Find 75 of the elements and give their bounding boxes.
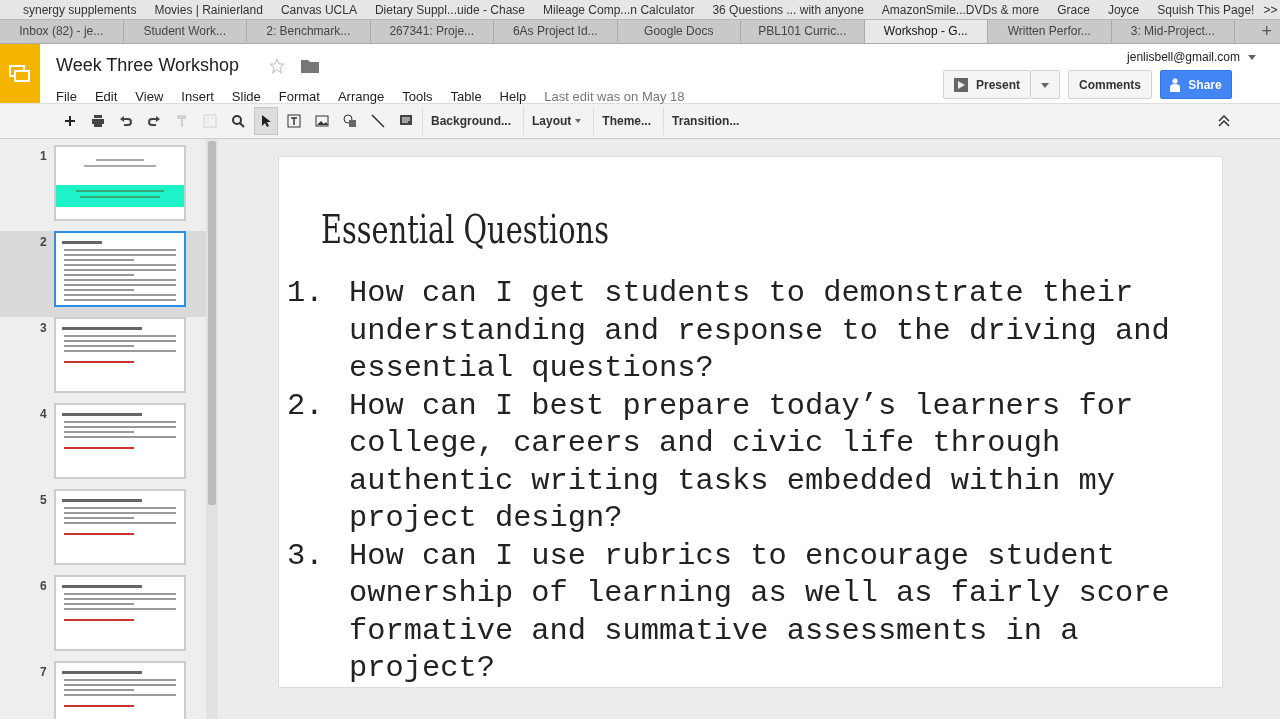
slide-title: Essential Questions [321,205,609,254]
person-icon [1170,77,1181,92]
menu-item[interactable]: File [56,87,77,107]
browser-tab[interactable]: 6As Project Id... [494,20,618,43]
new-tab-button[interactable]: + [1253,20,1280,43]
list-number: 3. [287,537,325,575]
select-cursor-icon[interactable] [254,107,278,135]
browser-tab[interactable]: Google Docs [617,20,741,43]
menu-item[interactable]: Arrange [337,87,385,107]
question-text: How can I use rubrics to encourage student ownership of learning as well as fairly score formative and summative assessments in a project? [349,537,1171,687]
account-email[interactable]: jenlisbell@gmail.com [1127,48,1240,66]
scrollbar-thumb[interactable] [208,141,216,505]
browser-tab[interactable]: Written Perfor... [988,20,1112,43]
slide-thumbnail[interactable] [54,403,186,479]
caret-icon [1041,82,1049,88]
toolbar-button[interactable]: Background... [422,107,519,135]
list-number: 2. [287,387,325,425]
slide-number: 3 [40,320,47,337]
slide-thumbnail[interactable] [54,317,186,393]
bookmarks-overflow[interactable]: >> [1263,0,1278,19]
browser-tab[interactable]: Inbox (82) - je... [0,20,124,43]
bookmark[interactable]: AmazonSmile...DVDs & more [872,0,1049,19]
browser-tab[interactable]: Workshop - G... [864,20,988,43]
toolbar-button[interactable]: Transition... [663,107,748,135]
bookmark[interactable]: Squish This Page! [1148,0,1264,19]
caret-icon[interactable] [1248,54,1256,60]
browser-tab[interactable]: PBL101 Curric... [741,20,865,43]
bookmark[interactable]: Canvas UCLA [271,0,366,19]
menu-item[interactable]: Edit [94,87,118,107]
bookmark[interactable]: 36 Questions ... with anyone [703,0,873,19]
slide-thumbnail[interactable] [54,231,186,307]
menu-item[interactable]: Help [499,87,527,107]
bookmark[interactable]: Grace [1048,0,1099,19]
present-dropdown-button[interactable] [1031,70,1060,99]
present-button[interactable]: Present [942,70,1031,99]
slide-number: 5 [40,492,47,509]
caret-icon [575,119,582,123]
document-title[interactable]: Week Three Workshop [56,52,240,79]
slide-number: 7 [40,664,47,681]
bookmark[interactable]: Movies | Rainierland [145,0,272,19]
browser-tab[interactable]: 3: Mid-Project... [1111,20,1235,43]
star-icon[interactable] [269,57,286,74]
last-edit-link[interactable]: Last edit was on May 18 [544,87,685,107]
slide-canvas[interactable] [278,156,1223,688]
slide-thumbnail[interactable] [54,489,186,565]
browser-tab[interactable]: Student Work... [123,20,247,43]
bookmark[interactable]: Mileage Comp...n Calculator [534,0,704,19]
menu-item[interactable]: Table [450,87,482,107]
menu-item[interactable]: View [135,87,164,107]
toolbar-button[interactable]: Theme... [593,107,660,135]
slide-number: 2 [40,234,47,251]
slide-thumbnail[interactable] [54,661,186,719]
browser-tab[interactable]: 267341: Proje... [370,20,494,43]
browser-tab[interactable]: 2: Benchmark... [247,20,371,43]
bookmark[interactable]: Dietary Suppl...uide - Chase [365,0,534,19]
bookmark[interactable]: synergy supplements [14,0,146,19]
slide-thumbnail[interactable] [54,575,186,651]
question-text: How can I best prepare today’s learners for college, careers and civic life through authentic writing tasks embedded within my project design? [349,387,1135,537]
slide-number: 4 [40,406,47,423]
folder-icon[interactable] [301,58,320,73]
question-text: How can I get students to demonstrate their understanding and response to the driving and essential questions? [349,275,1171,387]
share-button[interactable]: Share [1160,70,1232,99]
slide-number: 1 [40,148,47,165]
menu-item[interactable]: Tools [402,87,433,107]
menu-item[interactable]: Format [278,87,320,107]
slide-number: 6 [40,578,47,595]
bookmark[interactable]: Joyce [1098,0,1149,19]
slide-thumbnail[interactable] [54,145,186,221]
comments-button[interactable]: Comments [1068,70,1152,99]
toolbar-button[interactable]: Layout [523,107,590,135]
play-icon [953,77,968,92]
menu-item[interactable]: Slide [231,87,261,107]
collapse-icon[interactable] [1218,115,1230,127]
menu-item[interactable]: Insert [181,87,214,107]
list-number: 1. [287,275,325,312]
